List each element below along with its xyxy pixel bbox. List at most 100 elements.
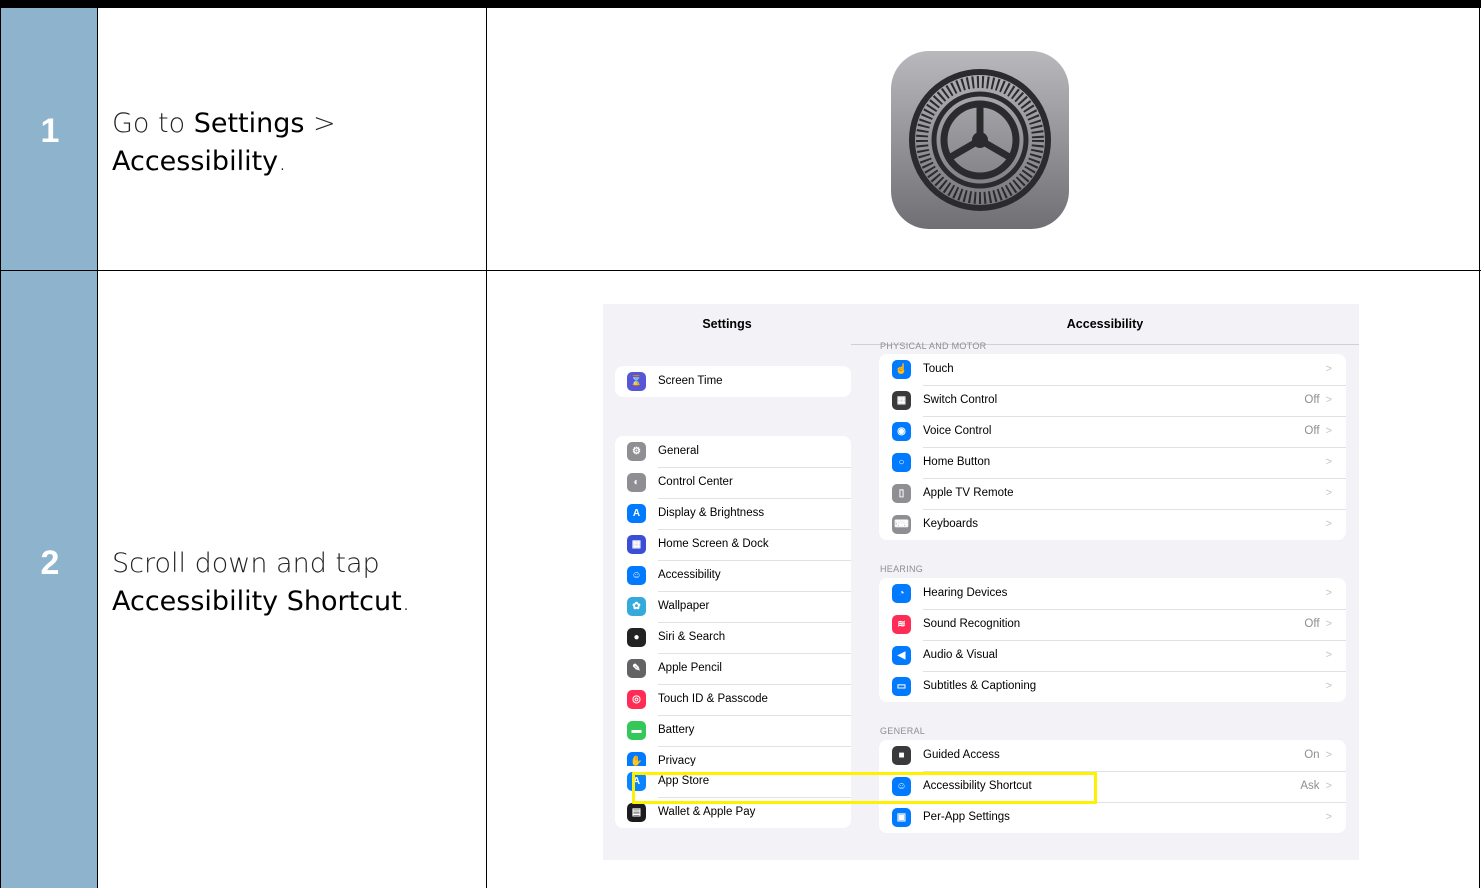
- section-header: GENERAL: [880, 726, 926, 736]
- setting-value: Ask: [1300, 779, 1320, 792]
- settings-group: ◔ Hearing Devices > ≋ Sound Recognition Off > ◀…: [879, 578, 1346, 702]
- sidebar-item-apple-pencil[interactable]: ✎ Apple Pencil: [615, 653, 851, 685]
- remote-icon: ▯: [892, 484, 911, 503]
- setting-row-sound-recognition[interactable]: ≋ Sound Recognition Off >: [879, 609, 1346, 641]
- sidebar-item-accessibility[interactable]: ☺ Accessibility: [615, 560, 851, 592]
- setting-label: Switch Control: [923, 393, 998, 406]
- sidebar-group: ⚙ General ◐ Control Center A Display & Bright…: [615, 436, 851, 777]
- instruction-keyword: Settings: [193, 108, 305, 139]
- sidebar-item-label: Touch ID & Passcode: [658, 684, 851, 716]
- setting-row-switch-control[interactable]: ▦ Switch Control Off >: [879, 385, 1346, 417]
- chevron-right-icon: >: [1325, 811, 1332, 823]
- chevron-right-icon: >: [1325, 617, 1332, 630]
- setting-label: Subtitles & Captioning: [923, 680, 1037, 692]
- sidebar-item-label: Apple Pencil: [658, 653, 851, 685]
- wallet-icon: ▤: [627, 803, 646, 822]
- setting-row-body: Switch Control Off >: [923, 385, 1346, 417]
- grid-icon: ▦: [627, 535, 646, 554]
- sidebar-item-touch-id-passcode[interactable]: ◎ Touch ID & Passcode: [615, 684, 851, 716]
- setting-row-body: Hearing Devices >: [923, 578, 1346, 610]
- sidebar-item-label: Display & Brightness: [658, 498, 851, 530]
- setting-label: Hearing Devices: [923, 586, 1008, 599]
- setting-row-hearing-devices[interactable]: ◔ Hearing Devices >: [879, 578, 1346, 610]
- chevron-right-icon: >: [1325, 486, 1332, 499]
- chevron-right-icon: >: [1325, 518, 1332, 530]
- step-image-cell: [487, 8, 1480, 271]
- step-instruction: Go to Settings > Accessibility.: [112, 105, 336, 181]
- setting-label: Per-App Settings: [923, 811, 1010, 823]
- setting-row-body: Apple TV Remote >: [923, 478, 1346, 510]
- waveform-icon: ≋: [892, 615, 911, 634]
- sidebar-item-wallpaper[interactable]: ✿ Wallpaper: [615, 591, 851, 623]
- setting-row-body: Keyboards >: [923, 509, 1346, 540]
- top-border: [0, 0, 1481, 8]
- instruction-page: 1 Go to Settings > Accessibility. 2 Scro…: [0, 0, 1481, 888]
- gear-icon: ⚙: [627, 442, 646, 461]
- touch-hand-icon: ☝: [892, 360, 911, 379]
- instruction-text: .: [401, 586, 411, 617]
- captions-icon: ▭: [892, 677, 911, 696]
- instruction-keyword: Accessibility: [112, 146, 279, 177]
- setting-row-body: Audio & Visual >: [923, 640, 1346, 672]
- setting-row-per-app-settings[interactable]: ▣ Per-App Settings >: [879, 802, 1346, 833]
- sidebar-item-label: Battery: [658, 715, 851, 747]
- setting-row-body: Touch >: [923, 354, 1346, 386]
- step-image-cell: Settings Accessibility ⌛ Screen Time ⚙ Gene…: [487, 271, 1480, 888]
- chevron-right-icon: >: [1325, 680, 1332, 692]
- setting-row-guided-access[interactable]: ■ Guided Access On >: [879, 740, 1346, 772]
- setting-label: Apple TV Remote: [923, 486, 1014, 499]
- setting-row-subtitles-captioning[interactable]: ▭ Subtitles & Captioning >: [879, 671, 1346, 702]
- instruction-text: Go to: [112, 108, 194, 139]
- chevron-right-icon: >: [1325, 455, 1332, 468]
- setting-row-body: Per-App Settings >: [923, 802, 1346, 833]
- chevron-right-icon: >: [1325, 648, 1332, 661]
- setting-row-body: Voice Control Off >: [923, 416, 1346, 448]
- chevron-right-icon: >: [1325, 424, 1332, 437]
- sidebar-item-label: Home Screen & Dock: [658, 529, 851, 561]
- chevron-right-icon: >: [1325, 362, 1332, 375]
- voice-control-icon: ◉: [892, 422, 911, 441]
- step-number: 2: [40, 544, 60, 582]
- setting-value: On: [1304, 748, 1320, 761]
- hourglass-icon: ⌛: [627, 372, 646, 391]
- instruction-text: >: [304, 108, 336, 139]
- sidebar-item-battery[interactable]: ▬ Battery: [615, 715, 851, 747]
- step-row-1: 1 Go to Settings > Accessibility.: [0, 8, 1481, 271]
- setting-label: Guided Access: [923, 748, 1000, 761]
- sidebar-item-display-brightness[interactable]: A Display & Brightness: [615, 498, 851, 530]
- speaker-icon: ◀: [892, 646, 911, 665]
- setting-row-home-button[interactable]: ○ Home Button >: [879, 447, 1346, 479]
- setting-label: Touch: [923, 362, 954, 375]
- setting-value: Off: [1304, 393, 1320, 406]
- sidebar-item-screen-time[interactable]: ⌛ Screen Time: [615, 366, 851, 397]
- setting-row-keyboards[interactable]: ⌨ Keyboards >: [879, 509, 1346, 540]
- instruction-text: .: [278, 146, 287, 177]
- setting-row-body: Subtitles & Captioning >: [923, 671, 1346, 702]
- step-instruction: Scroll down and tap Accessibility Shortc…: [112, 545, 410, 621]
- step-number-cell: 1: [0, 8, 98, 271]
- setting-row-body: Home Button >: [923, 447, 1346, 479]
- flower-icon: ✿: [627, 597, 646, 616]
- section-header: PHYSICAL AND MOTOR: [880, 341, 987, 351]
- setting-row-touch[interactable]: ☝ Touch >: [879, 354, 1346, 386]
- chevron-right-icon: >: [1325, 779, 1332, 792]
- setting-row-audio-visual[interactable]: ◀ Audio & Visual >: [879, 640, 1346, 672]
- setting-row-voice-control[interactable]: ◉ Voice Control Off >: [879, 416, 1346, 448]
- setting-label: Sound Recognition: [923, 617, 1021, 630]
- highlight-box: [632, 772, 1097, 804]
- chevron-right-icon: >: [1325, 586, 1332, 599]
- step-number-cell: 2: [0, 271, 98, 888]
- fingerprint-icon: ◎: [627, 690, 646, 709]
- toggles-icon: ◐: [627, 473, 646, 492]
- chevron-right-icon: >: [1325, 393, 1332, 406]
- sidebar-item-general[interactable]: ⚙ General: [615, 436, 851, 468]
- step-text-cell: Scroll down and tap Accessibility Shortc…: [98, 271, 487, 888]
- home-button-icon: ○: [892, 453, 911, 472]
- sidebar-item-home-screen-dock[interactable]: ▦ Home Screen & Dock: [615, 529, 851, 561]
- setting-label: Voice Control: [923, 424, 992, 437]
- sidebar-item-control-center[interactable]: ◐ Control Center: [615, 467, 851, 499]
- sidebar-item-siri-search[interactable]: ● Siri & Search: [615, 622, 851, 654]
- setting-label: Home Button: [923, 455, 991, 468]
- setting-row-apple-tv-remote[interactable]: ▯ Apple TV Remote >: [879, 478, 1346, 510]
- sidebar-item-label: Accessibility: [658, 560, 851, 592]
